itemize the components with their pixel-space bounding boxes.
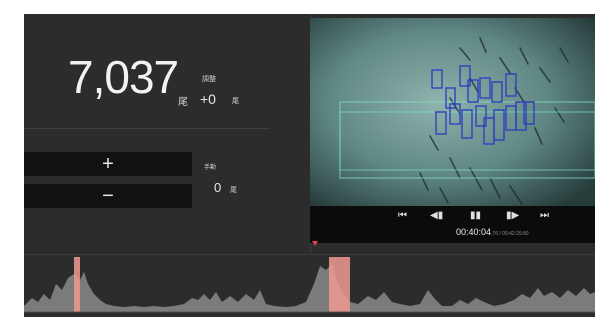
pause-icon[interactable]: ▮▮ — [470, 210, 481, 221]
video-player[interactable]: ⏮ ◀▮ ▮▮ ▮▶ ⏭ 00:40:04.76 / 00:42:29.80 — [310, 18, 595, 243]
step-back-icon[interactable]: ◀▮ — [430, 210, 443, 221]
skip-to-start-icon[interactable]: ⏮ — [398, 210, 407, 221]
increment-button[interactable]: + — [24, 152, 192, 176]
timeline-graph[interactable] — [24, 254, 595, 317]
count-panel: 7,037 調整 尾 +0 尾 — [24, 14, 294, 142]
highlight-region-2[interactable] — [329, 257, 350, 312]
player-controls: ⏮ ◀▮ ▮▮ ▮▶ ⏭ 00:40:04.76 / 00:42:29.80 — [310, 206, 595, 243]
counter-app: 7,037 調整 尾 +0 尾 + − 手動 0 尾 ⏮ ◀▮ ▮▮ ▮▶ ⏭ … — [24, 14, 595, 317]
total-count: 7,037 — [68, 51, 179, 103]
time-total: .76 / 00:42:29.80 — [491, 231, 529, 237]
delta-unit: 尾 — [232, 98, 239, 105]
video-frame[interactable] — [310, 18, 595, 206]
time-current: 00:40:04 — [456, 227, 492, 237]
total-label: 調整 — [202, 76, 216, 83]
time-display: 00:40:04.76 / 00:42:29.80 — [456, 227, 529, 237]
skip-to-end-icon[interactable]: ⏭ — [540, 210, 549, 221]
manual-count: 0 — [214, 180, 222, 195]
manual-unit: 尾 — [230, 187, 237, 194]
decrement-button[interactable]: − — [24, 184, 192, 208]
step-forward-icon[interactable]: ▮▶ — [506, 210, 519, 221]
total-unit: 尾 — [178, 97, 188, 108]
divider — [24, 128, 270, 129]
manual-label: 手動 — [204, 165, 217, 171]
highlight-region-1[interactable] — [74, 257, 80, 312]
activity-waveform — [24, 264, 595, 312]
playhead-marker[interactable] — [312, 241, 318, 246]
delta-value: +0 — [200, 91, 216, 107]
